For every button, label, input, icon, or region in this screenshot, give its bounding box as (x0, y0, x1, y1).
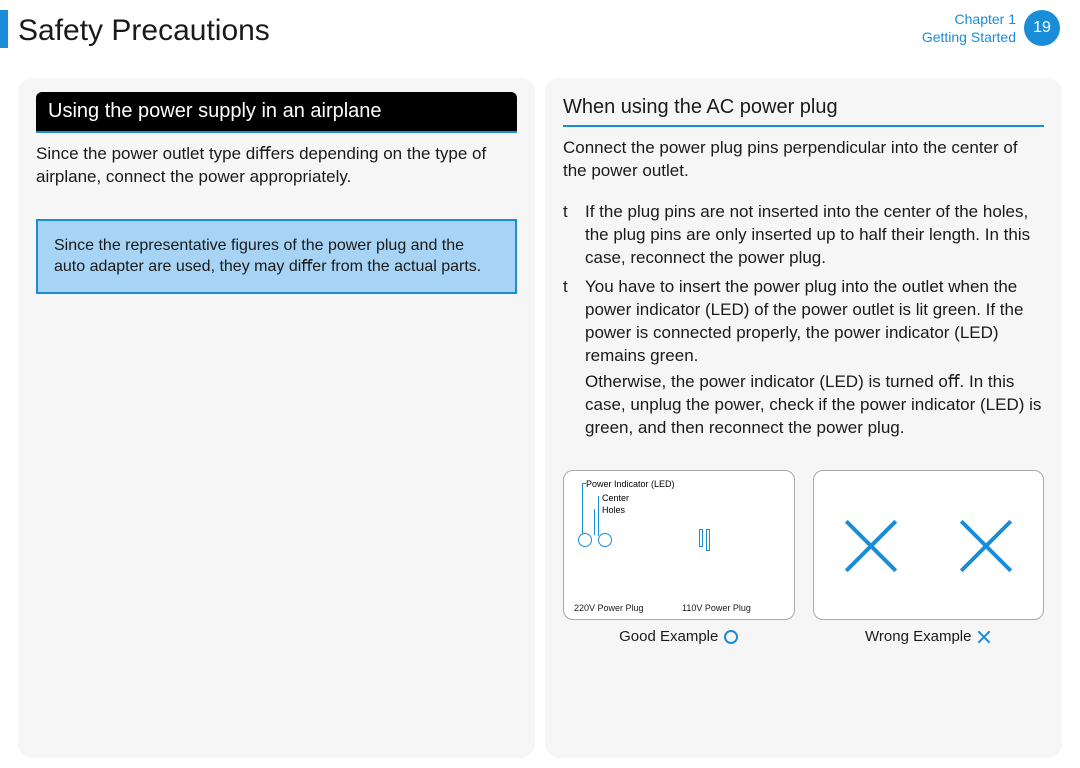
good-example-caption: Good Example (563, 628, 795, 645)
note-text: Since the representative ﬁgures of the p… (54, 237, 481, 276)
ac-plug-intro-text: Connect the power plug pins perpendicula… (563, 137, 1044, 183)
chapter-text: Chapter 1 Getting Started (922, 10, 1016, 46)
bullet-marker: t (563, 276, 585, 441)
good-example-wrap: Power Indicator (LED) Center Holes (563, 470, 795, 645)
page-number-badge: 19 (1024, 10, 1060, 46)
section-heading-airplane: Using the power supply in an airplane (36, 92, 517, 133)
leader-line (598, 496, 599, 536)
leader-line (594, 509, 595, 535)
figures-row: Power Indicator (LED) Center Holes (563, 470, 1044, 645)
x-mark-icon (841, 515, 901, 575)
title-wrap: Safety Precautions (0, 10, 270, 48)
content-columns: Using the power supply in an airplane Si… (0, 58, 1080, 768)
page-title: Safety Precautions (18, 10, 270, 48)
slot-icon (706, 529, 710, 551)
good-example-figure: Power Indicator (LED) Center Holes (563, 470, 795, 620)
note-box: Since the representative ﬁgures of the p… (36, 219, 517, 294)
label-220v: 220V Power Plug (574, 603, 644, 613)
outlet-hole-icon (578, 533, 592, 547)
left-column: Using the power supply in an airplane Si… (18, 78, 535, 758)
chapter-line2: Getting Started (922, 28, 1016, 46)
good-caption-text: Good Example (619, 628, 718, 645)
wrong-fig-content (814, 471, 1044, 619)
circle-ok-icon (724, 630, 738, 644)
wrong-example-wrap: Wrong Example (813, 470, 1045, 645)
bullet-text: You have to insert the power plug into t… (585, 276, 1044, 368)
label-holes: Holes (602, 505, 625, 515)
x-icon (977, 630, 991, 644)
bullet-item: t You have to insert the power plug into… (563, 276, 1044, 441)
leader-line (582, 483, 583, 537)
page-header: Safety Precautions Chapter 1 Getting Sta… (0, 0, 1080, 58)
bullet-item: t If the plug pins are not inserted into… (563, 201, 1044, 270)
page-number: 19 (1033, 19, 1051, 37)
outlet-hole-icon (598, 533, 612, 547)
chapter-indicator: Chapter 1 Getting Started 19 (922, 10, 1060, 46)
airplane-intro-text: Since the power outlet type diﬀers depen… (36, 143, 517, 189)
plug-110-icon (699, 529, 710, 551)
slot-icon (699, 529, 703, 547)
label-center: Center (602, 493, 629, 503)
bullet-subtext: Otherwise, the power indicator (LED) is … (585, 371, 1044, 440)
plug-slots-icon (699, 529, 710, 551)
x-mark-icon (956, 515, 1016, 575)
bullet-content-block: You have to insert the power plug into t… (585, 276, 1044, 441)
wrong-example-figure (813, 470, 1045, 620)
label-power-indicator: Power Indicator (LED) (586, 479, 675, 489)
wrong-example-caption: Wrong Example (813, 628, 1045, 645)
label-110v: 110V Power Plug (682, 603, 751, 613)
bullet-list: t If the plug pins are not inserted into… (563, 201, 1044, 440)
right-column: When using the AC power plug Connect the… (545, 78, 1062, 758)
title-accent-bar (0, 10, 8, 48)
chapter-line1: Chapter 1 (922, 10, 1016, 28)
bullet-text: If the plug pins are not inserted into t… (585, 201, 1044, 270)
good-fig-content: Power Indicator (LED) Center Holes (564, 471, 794, 619)
wrong-caption-text: Wrong Example (865, 628, 971, 645)
bullet-marker: t (563, 201, 585, 270)
leader-line (582, 483, 586, 484)
section-heading-ac-plug: When using the AC power plug (563, 92, 1044, 127)
